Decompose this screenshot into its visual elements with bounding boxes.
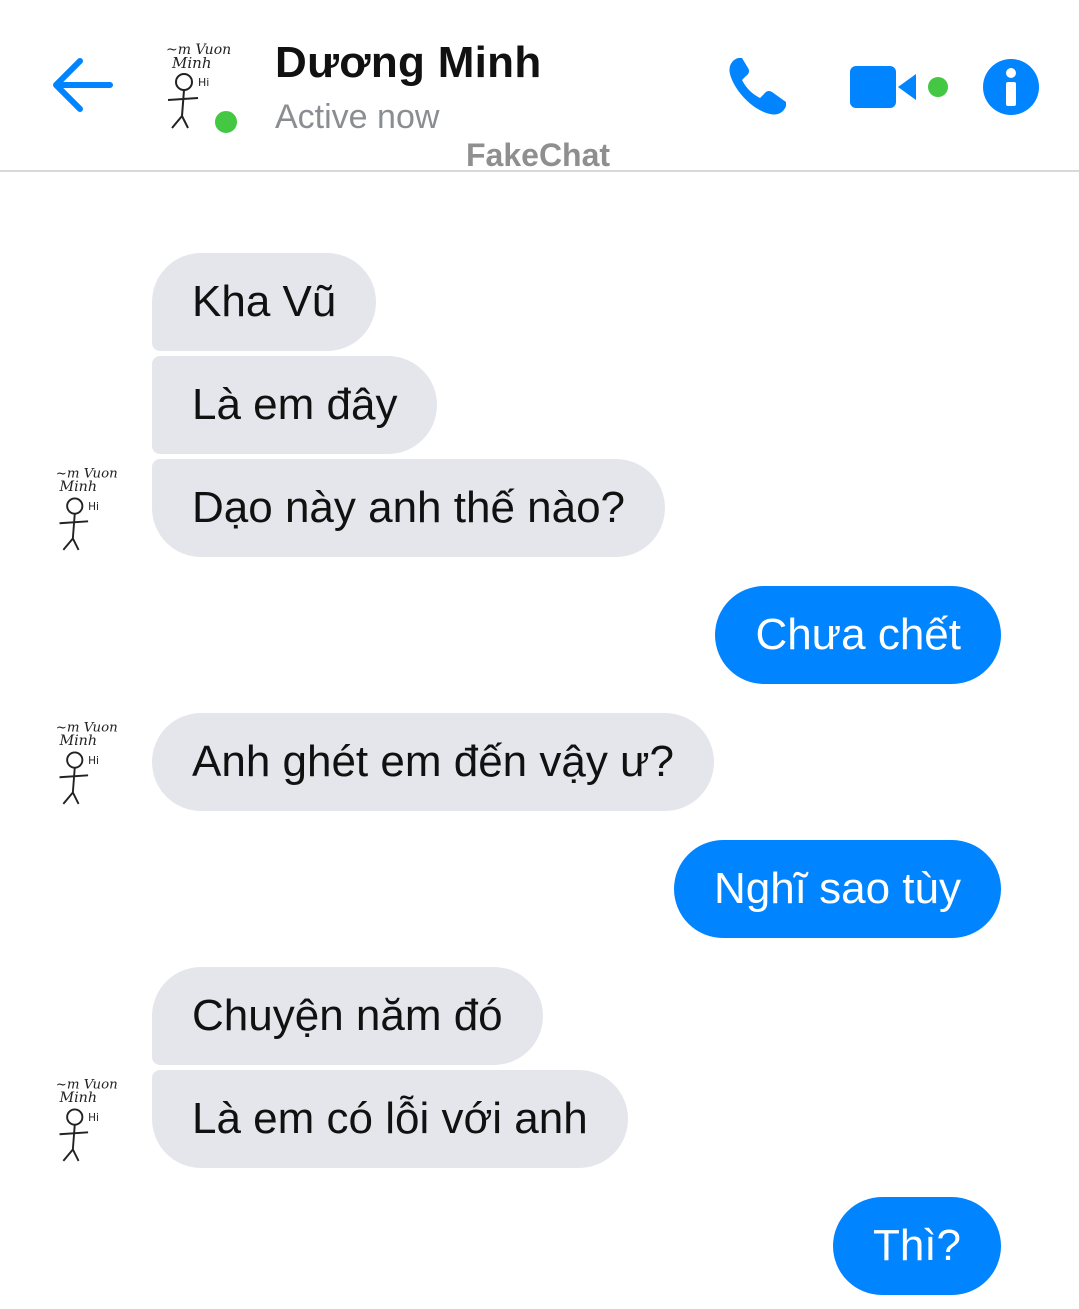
message-bubble-incoming[interactable]: Anh ghét em đến vậy ư? (152, 713, 714, 811)
message-bubble-incoming[interactable]: Kha Vũ (152, 253, 377, 351)
message-bubble-incoming[interactable]: Là em đây (152, 356, 438, 454)
message-text: Thì? (872, 1221, 961, 1270)
message-bubble-outgoing[interactable]: Thì? (832, 1197, 1001, 1295)
phone-icon[interactable] (724, 54, 790, 120)
message-text: Chuyện năm đó (192, 991, 503, 1040)
message-bubble-incoming[interactable]: Dạo này anh thế nào? (152, 459, 666, 557)
svg-text:Hi: Hi (88, 755, 99, 767)
message-bubble-outgoing[interactable]: Nghĩ sao tùy (673, 840, 1001, 938)
svg-text:Hi: Hi (88, 501, 99, 513)
svg-text:Minh: Minh (59, 1090, 98, 1106)
message-text: Chưa chết (755, 610, 961, 659)
sender-avatar-icon[interactable]: ~m Vuon Minh Hi (50, 459, 130, 557)
message-text: Dạo này anh thế nào? (192, 483, 626, 532)
chat-header: ~m Vuon Minh Hi Dương Minh Active now Fa… (0, 0, 1079, 173)
svg-text:Hi: Hi (198, 76, 209, 89)
message-bubble-incoming[interactable]: Chuyện năm đó (152, 967, 543, 1065)
message-text: Nghĩ sao tùy (713, 864, 961, 913)
info-icon[interactable] (981, 57, 1041, 117)
back-arrow-icon[interactable] (50, 55, 114, 115)
message-text: Kha Vũ (192, 277, 337, 326)
message-bubble-incoming[interactable]: Là em có lỗi với anh (152, 1070, 628, 1168)
watermark: FakeChat (466, 137, 611, 173)
active-status: Active now (275, 98, 440, 136)
message-text: Anh ghét em đến vậy ư? (192, 737, 674, 786)
svg-text:Hi: Hi (88, 1112, 99, 1124)
contact-name[interactable]: Dương Minh (275, 38, 542, 88)
svg-text:Minh: Minh (59, 733, 98, 749)
message-text: Là em có lỗi với anh (192, 1094, 588, 1143)
message-text: Là em đây (192, 380, 398, 429)
online-indicator (211, 107, 241, 137)
sender-avatar-icon[interactable]: ~m Vuon Minh Hi (50, 1070, 130, 1168)
svg-text:Minh: Minh (171, 54, 211, 72)
svg-text:Minh: Minh (59, 479, 98, 495)
sender-avatar-icon[interactable]: ~m Vuon Minh Hi (50, 713, 130, 811)
video-camera-icon[interactable] (848, 62, 954, 112)
message-bubble-outgoing[interactable]: Chưa chết (715, 586, 1001, 684)
